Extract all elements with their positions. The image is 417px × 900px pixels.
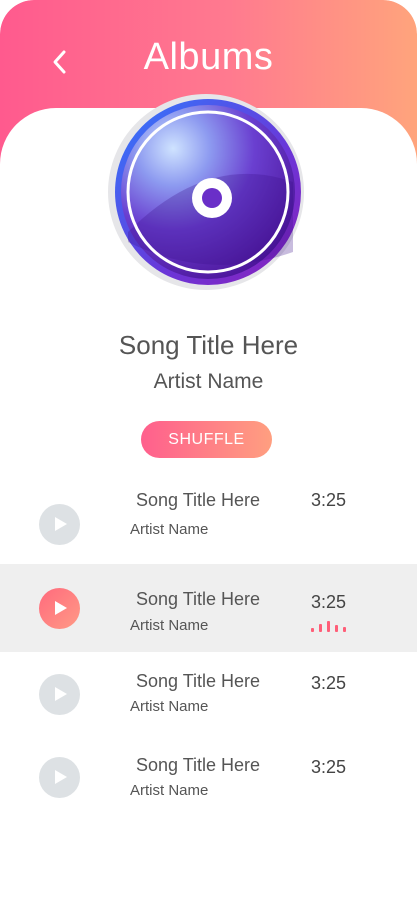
track-artist: Artist Name [130, 698, 209, 715]
equalizer-icon [311, 620, 351, 632]
track-row[interactable]: Song Title Here Artist Name 3:25 [0, 737, 417, 825]
play-icon [55, 770, 67, 784]
track-title: Song Title Here [136, 671, 261, 691]
play-button[interactable] [39, 757, 80, 798]
track-duration: 3:25 [311, 757, 347, 777]
track-duration: 3:25 [311, 673, 347, 693]
track-artist: Artist Name [130, 617, 209, 634]
track-title: Song Title Here [136, 589, 261, 609]
play-icon [55, 687, 67, 701]
now-playing-artist: Artist Name [153, 370, 264, 393]
play-button[interactable] [39, 674, 80, 715]
track-title: Song Title Here [136, 490, 261, 510]
track-row[interactable]: Song Title Here Artist Name 3:25 [0, 652, 417, 740]
play-button[interactable] [39, 588, 80, 629]
track-title: Song Title Here [136, 755, 261, 775]
play-icon [55, 517, 67, 531]
track-artist: Artist Name [130, 782, 209, 799]
track-duration: 3:25 [311, 490, 347, 510]
play-button[interactable] [39, 504, 80, 545]
now-playing-title: Song Title Here [118, 330, 299, 360]
album-disc-icon [108, 92, 308, 292]
shuffle-button[interactable]: SHUFFLE [141, 421, 272, 458]
play-icon [55, 601, 67, 615]
track-artist: Artist Name [130, 521, 209, 538]
phone-screen: Albums Song Title Here Artist Name SHUFF… [0, 0, 417, 900]
page-title: Albums [143, 36, 274, 78]
track-duration: 3:25 [311, 592, 347, 612]
track-row-active[interactable]: Song Title Here Artist Name 3:25 [0, 564, 417, 652]
track-row[interactable]: Song Title Here Artist Name 3:25 [0, 480, 417, 568]
